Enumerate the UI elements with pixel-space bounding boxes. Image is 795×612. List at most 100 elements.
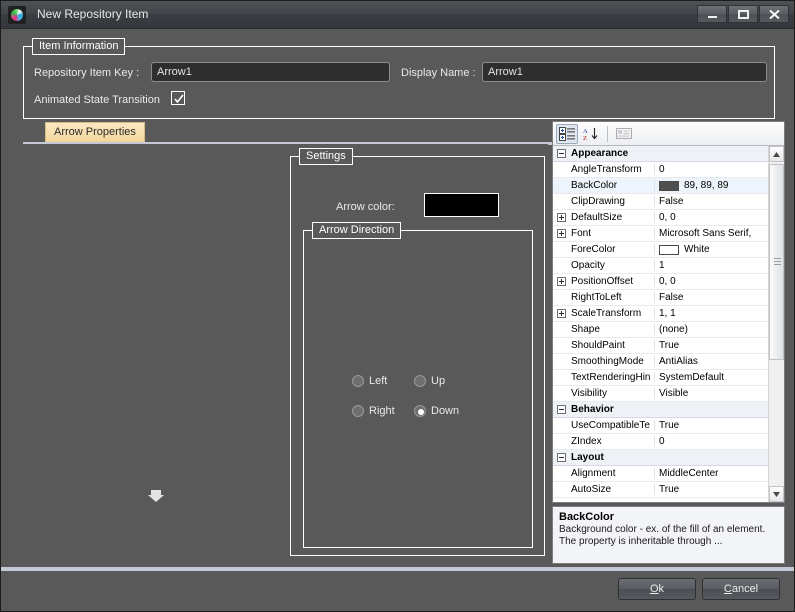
close-button[interactable] (759, 5, 789, 23)
property-name: ClipDrawing (569, 196, 655, 207)
property-value[interactable]: Visible (655, 388, 784, 399)
animated-state-transition-checkbox[interactable] (171, 91, 185, 105)
property-row[interactable]: DefaultSize 0, 0 (553, 210, 784, 226)
radio-left[interactable]: Left (352, 375, 387, 387)
property-row[interactable]: SmoothingMode AntiAlias (553, 354, 784, 370)
scrollbar-grip (774, 258, 781, 266)
scrollbar-thumb[interactable] (769, 164, 784, 360)
categorized-view-button[interactable] (556, 123, 578, 144)
property-value-text: 1 (659, 260, 665, 271)
property-row[interactable]: ForeColor White (553, 242, 784, 258)
property-name: Font (569, 228, 655, 239)
property-name: Opacity (569, 260, 655, 271)
radio-down-dot (414, 405, 426, 417)
property-color-swatch (659, 244, 679, 255)
property-name: UseCompatibleTe (569, 420, 655, 431)
property-grid-scrollbar[interactable] (768, 146, 784, 502)
property-name: RightToLeft (569, 292, 655, 303)
property-row[interactable]: Opacity 1 (553, 258, 784, 274)
property-row[interactable]: Alignment MiddleCenter (553, 466, 784, 482)
alphabetical-sort-button[interactable]: A Z (580, 124, 602, 144)
property-value-text: True (659, 340, 680, 351)
property-category-row[interactable]: Layout (553, 450, 784, 466)
arrow-color-swatch[interactable] (424, 193, 499, 217)
expand-icon[interactable] (553, 229, 569, 238)
arrow-properties-panel: Settings Arrow color: Arrow Direction Le… (23, 144, 548, 564)
item-information-group-title: Item Information (32, 38, 126, 55)
property-value[interactable]: 1 (655, 260, 784, 271)
property-value-text: 0, 0 (659, 276, 676, 287)
radio-down[interactable]: Down (414, 405, 459, 417)
property-value[interactable]: True (655, 420, 784, 431)
property-row[interactable]: ClipDrawing False (553, 194, 784, 210)
sort-az-icon: A Z (583, 127, 598, 141)
property-description-body: Background color - ex. of the fill of an… (559, 524, 766, 547)
property-value[interactable]: AntiAlias (655, 356, 784, 367)
property-row[interactable]: ShouldPaint True (553, 338, 784, 354)
property-value[interactable]: 89, 89, 89 (655, 180, 784, 191)
maximize-button[interactable] (728, 5, 758, 23)
property-value-text: 89, 89, 89 (684, 180, 729, 191)
property-value[interactable]: False (655, 292, 784, 303)
collapse-icon[interactable] (553, 405, 569, 414)
radio-right-dot (352, 405, 364, 417)
property-value[interactable]: 0, 0 (655, 212, 784, 223)
minimize-button[interactable] (697, 5, 727, 23)
expand-icon[interactable] (553, 309, 569, 318)
property-grid-rows[interactable]: Appearance AngleTransform 0 BackColor 89, 89… (553, 146, 784, 502)
scroll-down-button[interactable] (769, 486, 784, 502)
property-category-row[interactable]: Behavior (553, 402, 784, 418)
ok-rest: k (658, 583, 665, 595)
property-value-text: 0, 0 (659, 212, 676, 223)
scroll-up-button[interactable] (769, 146, 784, 162)
property-row[interactable]: Visibility Visible (553, 386, 784, 402)
property-value[interactable]: 1, 1 (655, 308, 784, 319)
property-name: Behavior (571, 404, 614, 415)
collapse-icon[interactable] (553, 453, 569, 462)
property-value[interactable]: White (655, 244, 784, 255)
property-name: TextRenderingHin (569, 372, 655, 383)
property-row[interactable]: PositionOffset 0, 0 (553, 274, 784, 290)
property-value[interactable]: 0 (655, 164, 784, 175)
radio-up[interactable]: Up (414, 375, 445, 387)
property-value[interactable]: Microsoft Sans Serif, (655, 228, 784, 239)
dialog-window: New Repository Item Item Information Rep… (0, 0, 795, 612)
property-row[interactable]: AngleTransform 0 (553, 162, 784, 178)
property-row[interactable]: AutoSize True (553, 482, 784, 498)
property-description-title: BackColor (559, 511, 615, 523)
property-value[interactable]: MiddleCenter (655, 468, 784, 479)
property-name: ZIndex (569, 436, 655, 447)
property-row[interactable]: UseCompatibleTe True (553, 418, 784, 434)
property-value[interactable]: (none) (655, 324, 784, 335)
expand-icon[interactable] (553, 213, 569, 222)
repository-item-key-input[interactable]: Arrow1 (151, 62, 390, 82)
property-value[interactable]: True (655, 340, 784, 351)
property-value-text: (none) (659, 324, 688, 335)
property-name: Visibility (569, 388, 655, 399)
property-value[interactable]: 0, 0 (655, 276, 784, 287)
property-row[interactable]: TextRenderingHin SystemDefault (553, 370, 784, 386)
property-row[interactable]: ScaleTransform 1, 1 (553, 306, 784, 322)
ok-button[interactable]: Ok (618, 578, 696, 600)
property-value[interactable]: True (655, 484, 784, 495)
property-value[interactable]: 0 (655, 436, 784, 447)
property-row[interactable]: BackColor 89, 89, 89 (553, 178, 784, 194)
property-category-row[interactable]: Appearance (553, 146, 784, 162)
radio-down-label: Down (431, 405, 460, 417)
property-row[interactable]: RightToLeft False (553, 290, 784, 306)
property-row[interactable]: ZIndex 0 (553, 434, 784, 450)
property-value[interactable]: SystemDefault (655, 372, 784, 383)
radio-right[interactable]: Right (352, 405, 395, 417)
arrow-down-icon (148, 490, 164, 502)
property-pages-button[interactable] (613, 124, 635, 144)
property-row[interactable]: Font Microsoft Sans Serif, (553, 226, 784, 242)
property-row[interactable]: Shape (none) (553, 322, 784, 338)
tab-arrow-properties[interactable]: Arrow Properties (45, 122, 145, 142)
property-value[interactable]: False (655, 196, 784, 207)
display-name-input[interactable]: Arrow1 (482, 62, 767, 82)
property-value-text: True (659, 484, 680, 495)
settings-group: Settings Arrow color: Arrow Direction Le… (290, 148, 545, 556)
collapse-icon[interactable] (553, 149, 569, 158)
expand-icon[interactable] (553, 277, 569, 286)
cancel-button[interactable]: Cancel (702, 578, 780, 600)
